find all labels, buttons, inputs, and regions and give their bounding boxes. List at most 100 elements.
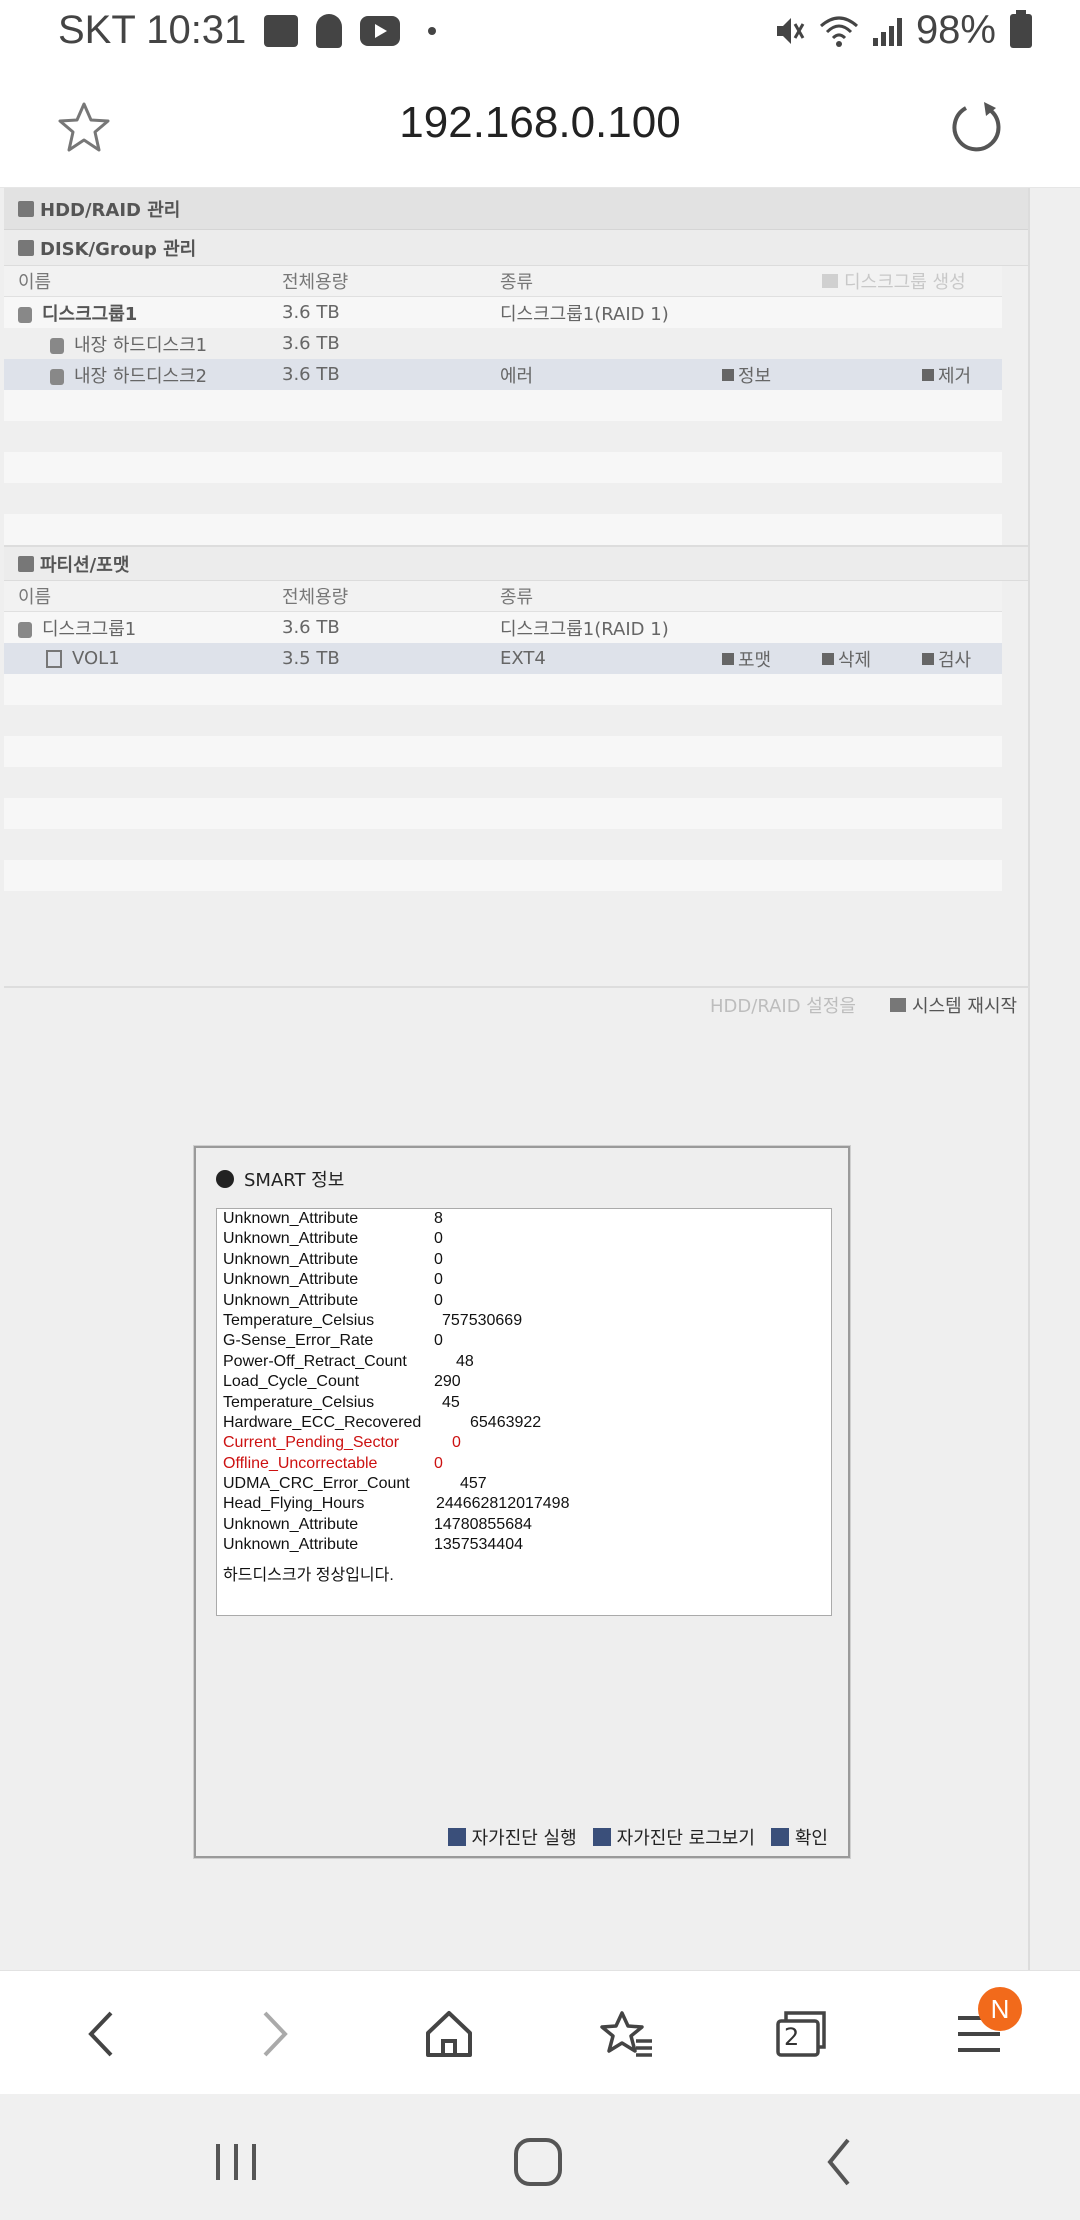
smart-attribute-row: Temperature_Celsius 757530669	[220, 1311, 828, 1331]
back-button[interactable]	[66, 1999, 136, 2069]
smart-attribute-row: Unknown_Attribute 1357534404	[220, 1535, 828, 1555]
signal-icon	[872, 16, 902, 46]
partition-icon	[18, 555, 34, 572]
table-row[interactable]: 디스크그룹1 3.6 TB 디스크그룹1(RAID 1)	[4, 612, 1002, 643]
self-test-button[interactable]: 자가진단 실행	[447, 1824, 577, 1850]
disk-group-icon	[18, 306, 32, 323]
bookmarks-button[interactable]	[592, 1999, 662, 2069]
web-content: HDD/RAID 관리 DISK/Group 관리 이름 전체용량 종류 디스크…	[0, 188, 1080, 1970]
create-disk-group-label: 디스크그룹 생성	[844, 272, 966, 293]
delete-icon	[822, 652, 834, 665]
attribute-value: 757530669	[442, 1311, 523, 1329]
attribute-value: 65463922	[470, 1413, 542, 1431]
empty-row	[4, 483, 1002, 514]
attribute-value: 0	[434, 1454, 443, 1472]
attribute-value: 45	[442, 1393, 460, 1411]
tab-count: 2	[784, 2023, 800, 2051]
smart-icon	[216, 1170, 234, 1188]
format-button[interactable]: 포맷	[722, 646, 771, 672]
attribute-value: 0	[434, 1250, 443, 1268]
self-test-label: 자가진단 실행	[471, 1828, 577, 1849]
accessibility-icon	[316, 13, 343, 48]
smart-status-message: 하드디스크가 정상입니다.	[223, 1567, 394, 1584]
attribute-value: 0	[434, 1291, 443, 1309]
self-test-log-icon	[592, 1828, 611, 1846]
dialog-buttons: 자가진단 실행 자가진단 로그보기 확인	[447, 1824, 828, 1850]
clock: 10:31	[146, 8, 247, 52]
row-capacity: 3.6 TB	[282, 617, 340, 638]
home-icon	[426, 2011, 472, 2057]
attribute-name: Temperature_Celsius	[223, 1311, 375, 1329]
col-capacity: 전체용량	[282, 587, 349, 608]
volume-icon	[46, 650, 62, 668]
col-type: 종류	[500, 272, 534, 293]
disk-group-header: DISK/Group 관리	[4, 230, 1028, 266]
remove-button[interactable]: 제거	[922, 362, 971, 388]
smart-attribute-list[interactable]: Unknown_Attribute 8 Unknown_Attribute 0 Unkn…	[216, 1208, 832, 1616]
mute-icon	[776, 17, 805, 44]
restart-icon	[890, 998, 906, 1012]
table-row[interactable]: 디스크그룹1 3.6 TB 디스크그룹1(RAID 1)	[4, 297, 1002, 328]
ok-button[interactable]: 확인	[770, 1824, 828, 1850]
home-nav-icon[interactable]	[508, 2132, 568, 2192]
forward-button[interactable]	[240, 1999, 310, 2069]
ok-label: 확인	[794, 1828, 828, 1849]
smart-attribute-row: Current_Pending_Sector 0	[220, 1433, 828, 1453]
attribute-value: 244662812017498	[436, 1495, 570, 1513]
delete-button[interactable]: 삭제	[822, 646, 871, 672]
hard-disk-icon	[50, 368, 64, 385]
table-row-selected[interactable]: VOL1 3.5 TB EXT4 포맷 삭제 검사	[4, 643, 1002, 674]
browser-nav-bar: 2 N	[0, 1970, 1080, 2094]
empty-row	[4, 736, 1002, 767]
info-label: 정보	[738, 365, 772, 387]
system-restart-button[interactable]: 시스템 재시작	[890, 992, 1017, 1018]
url-field[interactable]: 192.168.0.100	[0, 98, 1080, 148]
reload-icon[interactable]	[946, 98, 1006, 158]
attribute-value: 0	[452, 1434, 461, 1452]
home-button[interactable]	[414, 1999, 484, 2069]
row-type: 디스크그룹1(RAID 1)	[500, 618, 669, 640]
table-header: 이름 전체용량 종류	[4, 581, 1002, 612]
info-button[interactable]: 정보	[722, 362, 771, 388]
empty-row	[4, 421, 1002, 452]
smart-info-dialog: SMART 정보 Unknown_Attribute 8 Unknown_Attri…	[194, 1146, 850, 1858]
status-left: SKT 10:31	[58, 8, 437, 53]
remove-icon	[922, 368, 934, 381]
row-capacity: 3.6 TB	[282, 302, 340, 323]
recent-apps-icon[interactable]	[206, 2132, 266, 2192]
attribute-value: 14780855684	[434, 1515, 532, 1533]
row-name: 디스크그룹1	[42, 618, 137, 640]
tabs-button[interactable]: 2	[766, 1999, 836, 2069]
empty-row	[4, 860, 1002, 891]
row-capacity: 3.5 TB	[282, 648, 340, 669]
col-name: 이름	[18, 587, 52, 608]
forward-arrow-icon	[263, 2011, 288, 2057]
create-disk-group-button[interactable]: 디스크그룹 생성	[822, 268, 966, 294]
disk-group-icon	[18, 239, 34, 256]
empty-row	[4, 767, 1002, 798]
table-row[interactable]: 내장 하드디스크1 3.6 TB	[4, 328, 1002, 359]
attribute-value: 0	[434, 1230, 443, 1248]
attribute-value: 8	[434, 1210, 443, 1227]
table-row-selected[interactable]: 내장 하드디스크2 3.6 TB 에러 정보 제거	[4, 359, 1002, 390]
smart-attribute-row: Unknown_Attribute 0	[220, 1291, 828, 1311]
check-button[interactable]: 검사	[922, 646, 971, 672]
col-type: 종류	[500, 587, 534, 608]
attribute-name: Unknown_Attribute	[223, 1230, 359, 1248]
smart-attribute-row: Unknown_Attribute 0	[220, 1229, 828, 1249]
empty-row	[4, 514, 1002, 545]
format-icon	[722, 652, 734, 665]
partition-header: 파티션/포맷	[4, 545, 1028, 581]
wifi-icon	[819, 16, 858, 47]
self-test-log-button[interactable]: 자가진단 로그보기	[592, 1824, 755, 1850]
smart-attribute-row: Unknown_Attribute 8	[220, 1209, 828, 1229]
back-nav-icon[interactable]	[810, 2132, 870, 2192]
smart-attribute-row: Load_Cycle_Count 290	[220, 1372, 828, 1392]
check-icon	[922, 652, 934, 665]
disk-table: 이름 전체용량 종류 디스크그룹 생성 디스크그룹1 3.6 TB 디스크그룹1…	[4, 266, 1002, 545]
row-name: VOL1	[72, 648, 120, 669]
attribute-value: 0	[434, 1271, 443, 1289]
delete-label: 삭제	[838, 649, 872, 671]
row-type: 에러	[500, 365, 534, 387]
attribute-name: Head_Flying_Hours	[223, 1495, 365, 1513]
